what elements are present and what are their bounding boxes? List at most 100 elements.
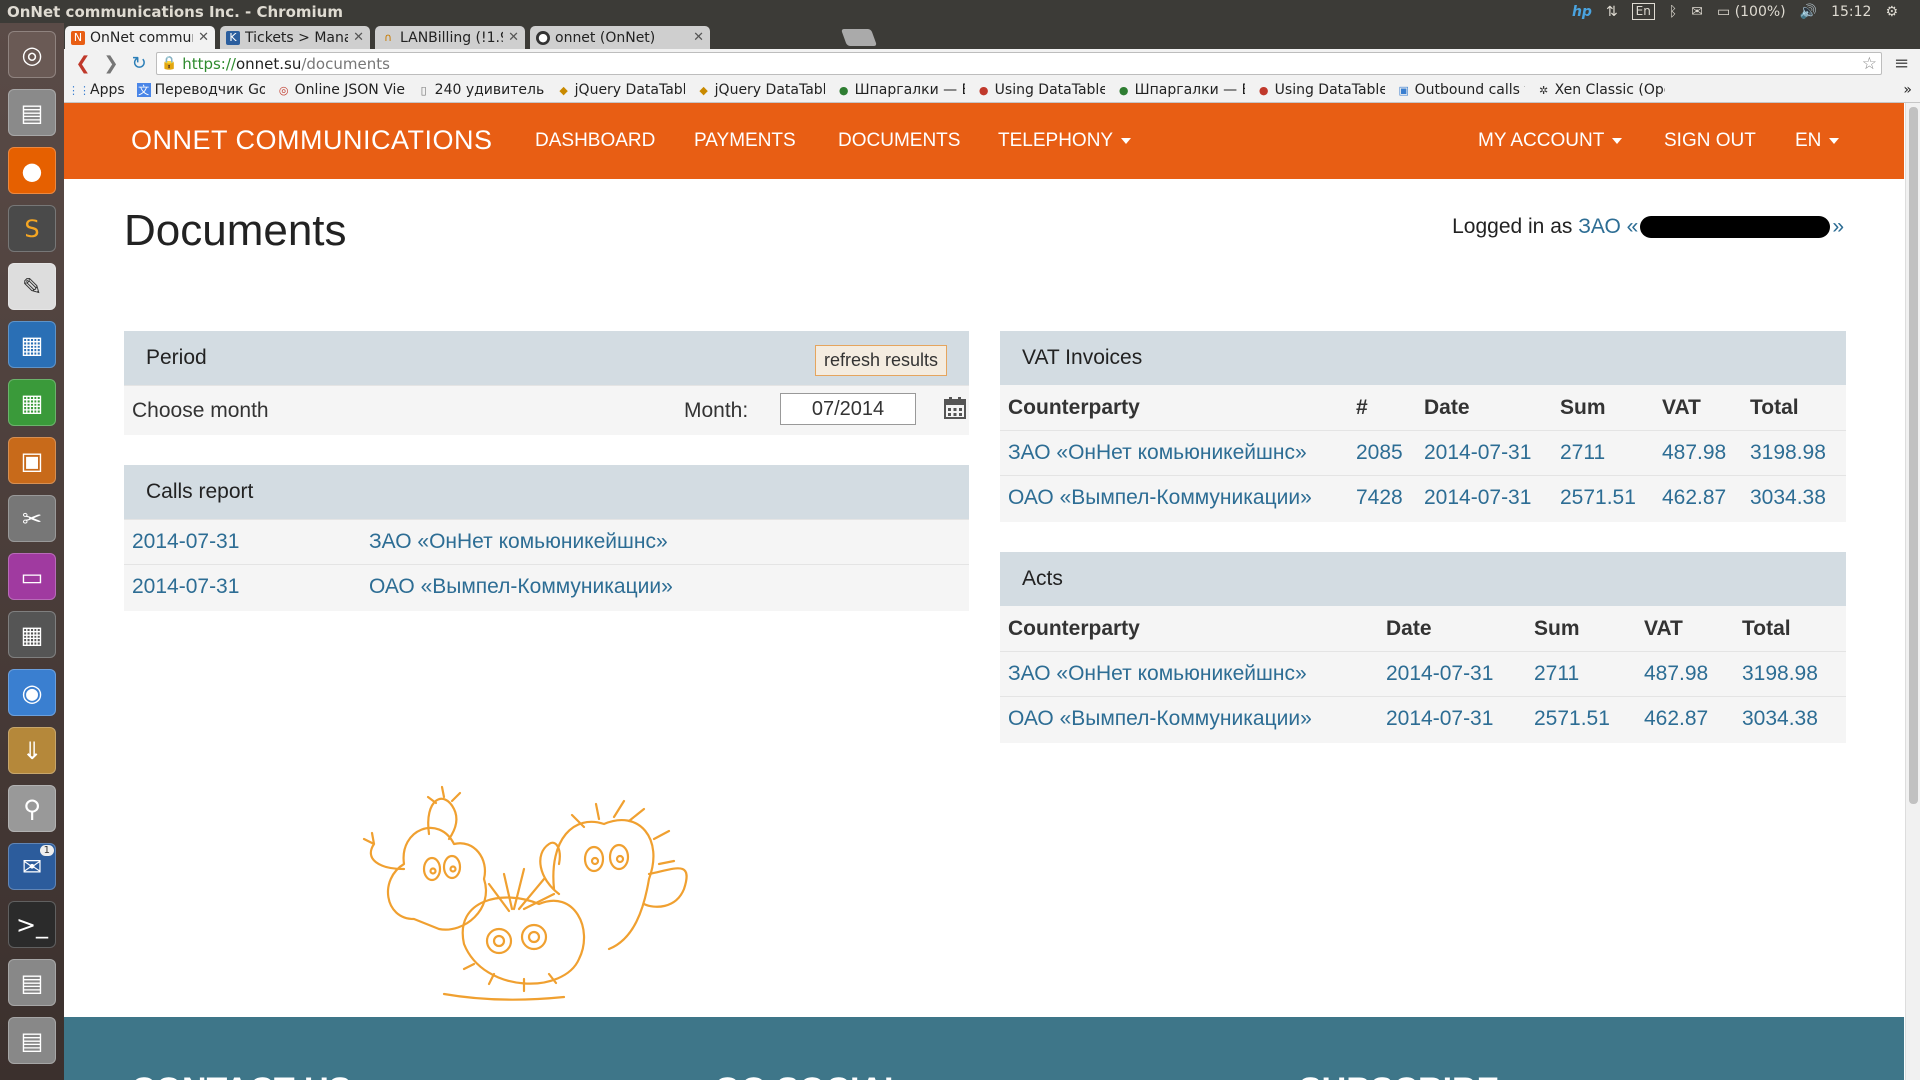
sublime-text-icon[interactable]: S xyxy=(8,205,56,252)
invoice-vat-link[interactable]: 462.87 xyxy=(1662,486,1726,510)
calendar-icon[interactable] xyxy=(944,397,966,419)
act-sum-link[interactable]: 2571.51 xyxy=(1534,707,1610,731)
terminal-icon[interactable]: >_ xyxy=(8,901,56,948)
act-date-link[interactable]: 2014-07-31 xyxy=(1386,662,1493,686)
archive-manager-icon[interactable]: ⇓ xyxy=(8,727,56,774)
nav-language[interactable]: EN xyxy=(1795,130,1840,152)
calc-icon[interactable]: ▦ xyxy=(8,379,56,426)
bookmark-item[interactable]: ◆ jQuery DataTables xyxy=(557,82,684,98)
close-tab-icon[interactable]: ✕ xyxy=(693,30,704,45)
more-bookmarks-button[interactable]: » xyxy=(1903,82,1912,98)
impress-icon[interactable]: ▣ xyxy=(8,437,56,484)
call-date-link[interactable]: 2014-07-31 xyxy=(132,530,239,554)
calculator-icon[interactable]: ▦ xyxy=(8,611,56,658)
act-counterparty-link[interactable]: ОАО «Вымпел-Коммуникации» xyxy=(1008,707,1312,731)
clock[interactable]: 15:12 xyxy=(1831,4,1871,20)
invoice-total-link[interactable]: 3034.38 xyxy=(1750,486,1826,510)
invoice-date-link[interactable]: 2014-07-31 xyxy=(1424,441,1531,465)
call-counterparty-link[interactable]: ОАО «Вымпел-Коммуникации» xyxy=(369,575,673,599)
invoice-counterparty-link[interactable]: ОАО «Вымпел-Коммуникации» xyxy=(1008,486,1312,510)
act-total-link[interactable]: 3198.98 xyxy=(1742,662,1818,686)
tab-onnet[interactable]: N OnNet communicatio ✕ xyxy=(65,26,215,49)
refresh-results-button[interactable]: refresh results xyxy=(814,345,947,376)
invoice-vat-link[interactable]: 487.98 xyxy=(1662,441,1726,465)
bookmark-item[interactable]: ● Using DataTable w xyxy=(977,82,1105,98)
chrome-menu-icon[interactable]: ≡ xyxy=(1894,53,1909,74)
call-date-link[interactable]: 2014-07-31 xyxy=(132,575,239,599)
act-sum-link[interactable]: 2711 xyxy=(1534,662,1579,686)
os-top-panel: OnNet communications Inc. - Chromium hp … xyxy=(0,0,1920,23)
invoice-counterparty-link[interactable]: ЗАО «ОнНет комьюникейшнс» xyxy=(1008,441,1307,465)
act-counterparty-link[interactable]: ЗАО «ОнНет комьюникейшнс» xyxy=(1008,662,1307,686)
firefox-icon[interactable]: ● xyxy=(8,147,56,194)
workspace-switcher-icon[interactable]: ▤ xyxy=(8,959,56,1006)
call-counterparty-link[interactable]: ЗАО «ОнНет комьюникейшнс» xyxy=(369,530,668,554)
writer-icon[interactable]: ▦ xyxy=(8,321,56,368)
nav-documents[interactable]: DOCUMENTS xyxy=(838,130,960,152)
power-gear-icon[interactable]: ⚙ xyxy=(1885,4,1898,20)
bookmark-item[interactable]: ● Шпаргалки — Exl xyxy=(1117,82,1245,98)
battery-indicator[interactable]: ▭ (100%) xyxy=(1717,4,1786,20)
close-tab-icon[interactable]: ✕ xyxy=(198,30,209,45)
bookmark-item[interactable]: 文Переводчик Goog xyxy=(136,82,265,98)
bookmark-item[interactable]: ● Using DataTable w xyxy=(1257,82,1385,98)
chromium-icon[interactable]: ◉ xyxy=(8,669,56,716)
new-tab-button[interactable] xyxy=(840,29,878,46)
month-input[interactable]: 07/2014 xyxy=(780,393,916,425)
period-row: Choose month Month: 07/2014 xyxy=(124,385,969,435)
tab-lanbilling[interactable]: ∩ LANBilling (!1.9-010h ✕ xyxy=(375,26,525,49)
bookmark-item[interactable]: ◆ jQuery DataTables xyxy=(697,82,824,98)
text-editor-icon[interactable]: ✎ xyxy=(8,263,56,310)
invoice-sum-link[interactable]: 2571.51 xyxy=(1560,486,1636,510)
hp-icon[interactable]: hp xyxy=(1572,4,1592,20)
network-icon[interactable]: ⇅ xyxy=(1606,4,1618,20)
bookmark-item[interactable]: ▣ Outbound calls th xyxy=(1397,82,1524,98)
close-tab-icon[interactable]: ✕ xyxy=(353,30,364,45)
close-tab-icon[interactable]: ✕ xyxy=(508,30,519,45)
site-brand[interactable]: ONNET COMMUNICATIONS xyxy=(131,125,493,156)
nav-dashboard[interactable]: DASHBOARD xyxy=(535,130,655,152)
table-row: ЗАО «ОнНет комьюникейшнс» 2085 2014-07-3… xyxy=(1000,430,1846,475)
act-date-link[interactable]: 2014-07-31 xyxy=(1386,707,1493,731)
invoice-sum-link[interactable]: 2711 xyxy=(1560,441,1605,465)
bookmark-item[interactable]: ▯ 240 удивительны xyxy=(417,82,545,98)
nav-telephony[interactable]: TELEPHONY xyxy=(998,130,1132,152)
nav-sign-out[interactable]: SIGN OUT xyxy=(1664,130,1756,152)
bookmark-star-icon[interactable]: ☆ xyxy=(1862,54,1877,74)
chromium-window: N OnNet communicatio ✕ K Tickets > Manag… xyxy=(64,23,1920,1080)
thunderbird-icon[interactable]: ✉ 1 xyxy=(8,843,56,890)
bookmark-item[interactable]: ◎ Online JSON View xyxy=(277,82,405,98)
act-vat-link[interactable]: 462.87 xyxy=(1644,707,1708,731)
app-window-icon[interactable]: ▭ xyxy=(8,553,56,600)
scrollbar-thumb[interactable] xyxy=(1909,107,1918,804)
bookmark-item[interactable]: ✲ Xen Classic (Open xyxy=(1537,82,1665,98)
browser-toolbar: ❮ ❯ ↻ 🔒 https:// onnet.su /documents ☆ ≡ xyxy=(64,49,1920,78)
invoice-number-link[interactable]: 2085 xyxy=(1356,441,1403,465)
bookmark-item[interactable]: ● Шпаргалки — Exl xyxy=(837,82,965,98)
mail-icon[interactable]: ✉ xyxy=(1691,4,1703,20)
act-total-link[interactable]: 3034.38 xyxy=(1742,707,1818,731)
nav-payments[interactable]: PAYMENTS xyxy=(694,130,796,152)
bluetooth-icon[interactable]: ᛒ xyxy=(1669,4,1677,20)
trash-icon[interactable]: ▤ xyxy=(8,1017,56,1064)
invoice-date-link[interactable]: 2014-07-31 xyxy=(1424,486,1531,510)
files-icon[interactable]: ▤ xyxy=(8,89,56,136)
tab-github[interactable]: ● onnet (OnNet) ✕ xyxy=(530,26,710,49)
nav-my-account[interactable]: MY ACCOUNT xyxy=(1478,130,1623,152)
system-settings-icon[interactable]: ✂ xyxy=(8,495,56,542)
back-arrow-icon[interactable]: ❮ xyxy=(72,53,94,74)
page-scrollbar[interactable] xyxy=(1905,103,1920,1080)
tab-tickets[interactable]: K Tickets > Manage ✕ xyxy=(220,26,370,49)
act-vat-link[interactable]: 487.98 xyxy=(1644,662,1708,686)
disk-utility-icon[interactable]: ⚲ xyxy=(8,785,56,832)
reload-icon[interactable]: ↻ xyxy=(128,53,150,74)
account-link[interactable]: ЗАО « » xyxy=(1578,215,1844,239)
dash-home-icon[interactable]: ◎ xyxy=(8,31,56,78)
address-bar[interactable]: 🔒 https:// onnet.su /documents ☆ xyxy=(156,52,1882,75)
bookmark-apps[interactable]: ⋮⋮ Apps xyxy=(72,82,125,98)
invoice-total-link[interactable]: 3198.98 xyxy=(1750,441,1826,465)
volume-icon[interactable]: 🔊 xyxy=(1800,4,1817,20)
invoice-number-link[interactable]: 7428 xyxy=(1356,486,1403,510)
forward-arrow-icon[interactable]: ❯ xyxy=(100,53,122,74)
keyboard-layout-indicator[interactable]: En xyxy=(1631,3,1655,20)
